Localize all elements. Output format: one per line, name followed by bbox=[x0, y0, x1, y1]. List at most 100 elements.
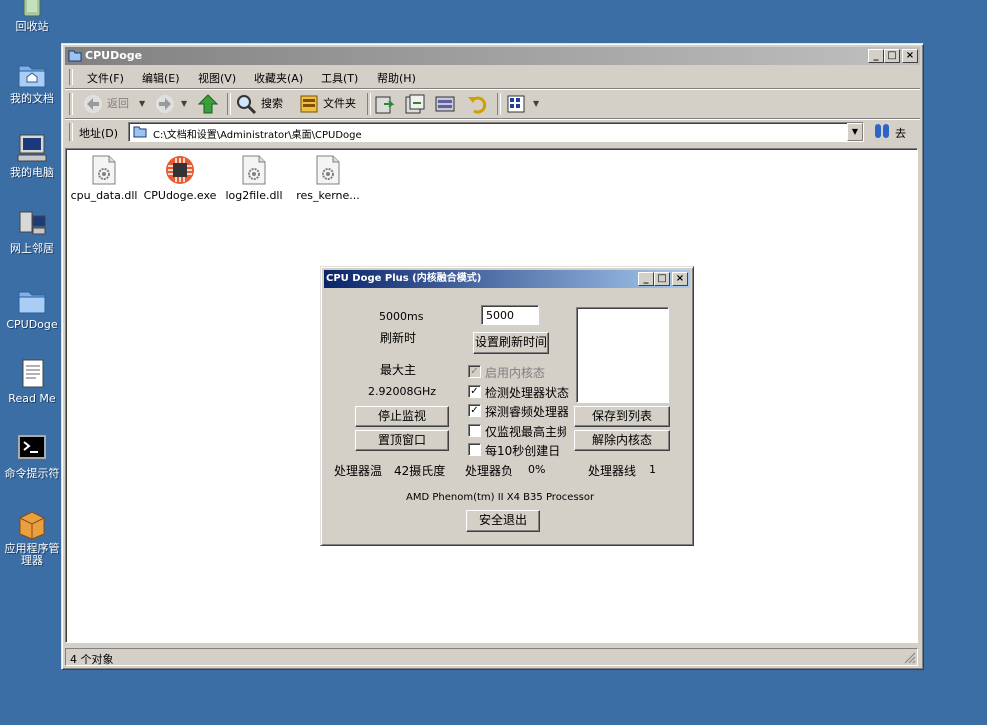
search-icon bbox=[237, 95, 257, 115]
menu-help[interactable]: 帮助(H) bbox=[377, 70, 416, 86]
folders-icon bbox=[300, 95, 318, 113]
folder-icon bbox=[68, 49, 82, 62]
explorer-title: CPUDoge bbox=[85, 49, 143, 62]
safe-exit-button[interactable]: 安全退出 bbox=[466, 510, 540, 532]
views-button[interactable]: ▼ bbox=[505, 92, 541, 116]
address-bar: 地址(D) C:\文档和设置\Administrator\桌面\CPUDoge … bbox=[65, 120, 920, 144]
menu-file[interactable]: 文件(F) bbox=[87, 70, 124, 86]
menu-tools[interactable]: 工具(T) bbox=[321, 70, 358, 86]
forward-button[interactable] bbox=[153, 92, 179, 116]
max-freq-label: 最大主 bbox=[380, 363, 417, 377]
desktop-icon-app-manager[interactable]: 应用程序管理器 bbox=[0, 508, 64, 567]
desktop-icon-my-documents[interactable]: 我的文档 bbox=[0, 58, 64, 105]
file-item[interactable]: log2file.dll bbox=[216, 155, 292, 202]
refresh-label: 刷新时 bbox=[380, 331, 417, 345]
maximize-button[interactable]: □ bbox=[654, 272, 670, 286]
checkbox-max-only[interactable]: 仅监视最高主频 bbox=[468, 423, 566, 439]
delete-button[interactable] bbox=[433, 92, 459, 116]
desktop-icon-read-me[interactable]: Read Me bbox=[0, 358, 64, 405]
undo-icon bbox=[468, 96, 487, 114]
load-value: 0% bbox=[528, 463, 546, 476]
checkbox-box bbox=[468, 424, 481, 437]
search-button[interactable]: 搜索 bbox=[233, 92, 289, 116]
checkbox-box: ✓ bbox=[468, 385, 481, 398]
desktop-icon-cpudoge-folder[interactable]: CPUDoge bbox=[0, 284, 64, 331]
move-to-button[interactable] bbox=[373, 92, 399, 116]
toolbar-separator bbox=[497, 93, 501, 115]
set-interval-button[interactable]: 设置刷新时间 bbox=[473, 332, 549, 354]
go-button[interactable]: 去 bbox=[871, 122, 911, 142]
topmost-button[interactable]: 置顶窗口 bbox=[355, 430, 449, 451]
log-listbox[interactable] bbox=[576, 307, 669, 403]
desktop-icon-command-prompt[interactable]: 命令提示符 bbox=[0, 433, 64, 480]
refresh-ms-value: 5000ms bbox=[379, 310, 424, 323]
desktop-icon-my-computer[interactable]: 我的电脑 bbox=[0, 132, 64, 179]
dll-file-icon bbox=[316, 155, 340, 185]
max-freq-value: 2.92008GHz bbox=[368, 385, 437, 398]
address-label: 地址(D) bbox=[79, 127, 119, 140]
terminal-icon bbox=[16, 433, 48, 465]
desktop-icon-recycle-bin[interactable]: 回收站 bbox=[0, 0, 64, 33]
toolbar-grip bbox=[69, 93, 73, 115]
back-arrow-icon bbox=[84, 95, 102, 113]
close-button[interactable]: × bbox=[672, 272, 688, 286]
folder-home-icon bbox=[16, 58, 48, 90]
close-button[interactable]: × bbox=[902, 49, 918, 63]
address-dropdown-icon[interactable]: ▼ bbox=[847, 123, 863, 141]
menu-view[interactable]: 视图(V) bbox=[198, 70, 236, 86]
undo-button[interactable] bbox=[465, 92, 491, 116]
cpudoge-dialog: CPU Doge Plus (内核融合模式) _ □ × 5000ms 刷新时 … bbox=[320, 266, 694, 546]
menu-edit[interactable]: 编辑(E) bbox=[142, 70, 180, 86]
file-item[interactable]: res_kerne... bbox=[290, 155, 366, 202]
address-field[interactable]: C:\文档和设置\Administrator\桌面\CPUDoge ▼ bbox=[128, 122, 864, 142]
checkbox-detect-turbo[interactable]: ✓ 探测睿频处理器 bbox=[468, 403, 568, 419]
checkbox-box bbox=[468, 443, 481, 456]
threads-label: 处理器线 bbox=[588, 464, 637, 478]
recycle-bin-icon bbox=[16, 0, 48, 18]
dialog-titlebar[interactable]: CPU Doge Plus (内核融合模式) _ □ × bbox=[324, 270, 690, 288]
text-document-icon bbox=[16, 358, 48, 390]
menu-bar: 文件(F) 编辑(E) 视图(V) 收藏夹(A) 工具(T) 帮助(H) bbox=[65, 67, 920, 87]
explorer-titlebar[interactable]: CPUDoge _ □ × bbox=[65, 47, 920, 65]
copy-to-button[interactable] bbox=[403, 92, 429, 116]
views-dropdown-icon: ▼ bbox=[533, 99, 540, 108]
cpu-name: AMD Phenom(tm) II X4 B35 Processor bbox=[406, 492, 595, 503]
status-bar: 4 个对象 bbox=[65, 648, 918, 666]
minimize-button[interactable]: _ bbox=[868, 49, 884, 63]
checkbox-box: ✓ bbox=[468, 404, 481, 417]
toolbar: 返回 ▼ ▼ 搜索 文件夹 ▼ bbox=[65, 90, 920, 118]
package-box-icon bbox=[16, 508, 48, 540]
save-to-list-button[interactable]: 保存到列表 bbox=[574, 406, 670, 427]
dll-file-icon bbox=[92, 155, 116, 185]
back-button[interactable]: 返回 bbox=[81, 92, 139, 116]
desktop-icon-network[interactable]: 网上邻居 bbox=[0, 208, 64, 255]
go-arrow-icon bbox=[875, 124, 889, 138]
file-item[interactable]: cpu_data.dll bbox=[66, 155, 142, 202]
status-text: 4 个对象 bbox=[70, 653, 114, 666]
toolbar-separator bbox=[227, 93, 231, 115]
menu-grip bbox=[69, 69, 73, 85]
menu-favorites[interactable]: 收藏夹(A) bbox=[254, 70, 303, 86]
checkbox-create-log[interactable]: 每10秒创建日 bbox=[468, 442, 568, 458]
up-arrow-icon bbox=[197, 94, 219, 114]
folders-button[interactable]: 文件夹 bbox=[297, 92, 363, 116]
network-icon bbox=[16, 208, 48, 240]
minimize-button[interactable]: _ bbox=[638, 272, 654, 286]
cpu-chip-icon bbox=[166, 155, 194, 185]
delete-icon bbox=[435, 96, 455, 112]
up-folder-button[interactable] bbox=[195, 92, 221, 116]
stop-monitor-button[interactable]: 停止监视 bbox=[355, 406, 449, 427]
forward-arrow-icon bbox=[156, 95, 174, 113]
maximize-button[interactable]: □ bbox=[884, 49, 900, 63]
load-label: 处理器负 bbox=[465, 464, 514, 478]
interval-input[interactable]: 5000 bbox=[481, 305, 539, 325]
remove-kernel-button[interactable]: 解除内核态 bbox=[574, 430, 670, 451]
checkbox-detect-state[interactable]: ✓ 检测处理器状态 bbox=[468, 384, 569, 400]
back-dropdown-icon[interactable]: ▼ bbox=[139, 92, 147, 116]
threads-value: 1 bbox=[649, 463, 656, 476]
file-item[interactable]: CPUdoge.exe bbox=[142, 155, 218, 202]
checkbox-enable-kernel[interactable]: ✓ 启用内核态 bbox=[468, 364, 568, 380]
folder-icon bbox=[16, 284, 48, 316]
resize-grip-icon[interactable] bbox=[902, 650, 916, 664]
forward-dropdown-icon[interactable]: ▼ bbox=[181, 92, 189, 116]
